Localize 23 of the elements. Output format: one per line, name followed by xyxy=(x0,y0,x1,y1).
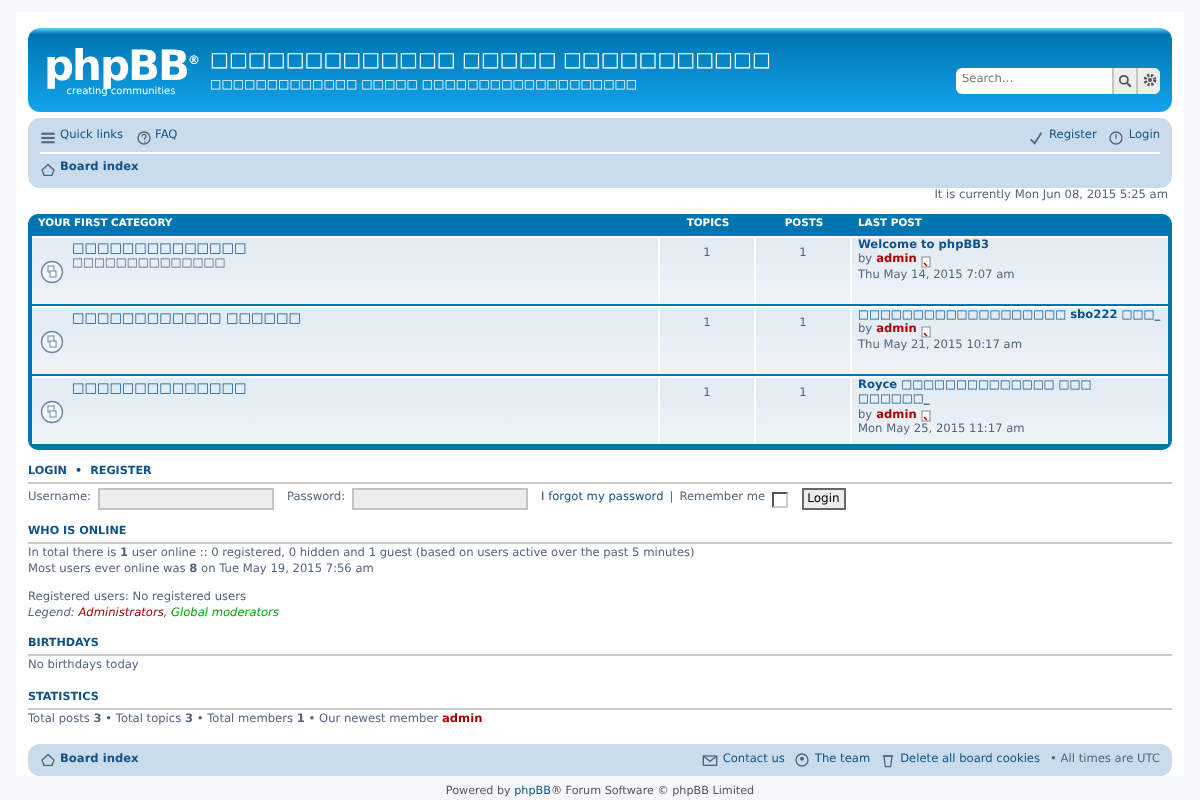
forum-status-icon xyxy=(40,399,64,423)
envelope-icon xyxy=(702,752,719,768)
view-post-icon[interactable] xyxy=(920,255,933,268)
logo-text: phpBB$^{®}$ xyxy=(44,42,199,86)
view-post-icon[interactable] xyxy=(920,410,933,423)
username-field[interactable] xyxy=(97,488,274,510)
checkmark-icon xyxy=(1028,129,1045,145)
advanced-search-button[interactable] xyxy=(1136,67,1160,93)
power-icon xyxy=(1108,129,1125,145)
password-field[interactable] xyxy=(351,488,528,510)
menu-icon xyxy=(40,129,56,145)
remember-checkbox[interactable] xyxy=(771,491,788,507)
gear-icon xyxy=(1141,72,1157,88)
forum-status-icon xyxy=(40,259,64,283)
trash-icon xyxy=(880,752,897,768)
search-icon xyxy=(1118,73,1132,87)
forum-status-icon xyxy=(40,329,64,353)
view-post-icon[interactable] xyxy=(920,325,933,338)
question-bubble-icon xyxy=(135,129,152,145)
search-button[interactable] xyxy=(1112,67,1136,93)
site-title: □□□□□□□□□□□□□ □□□□□ □□□□□□□□□□□ xyxy=(210,49,773,71)
house-icon xyxy=(40,752,56,768)
house-icon xyxy=(40,161,56,177)
